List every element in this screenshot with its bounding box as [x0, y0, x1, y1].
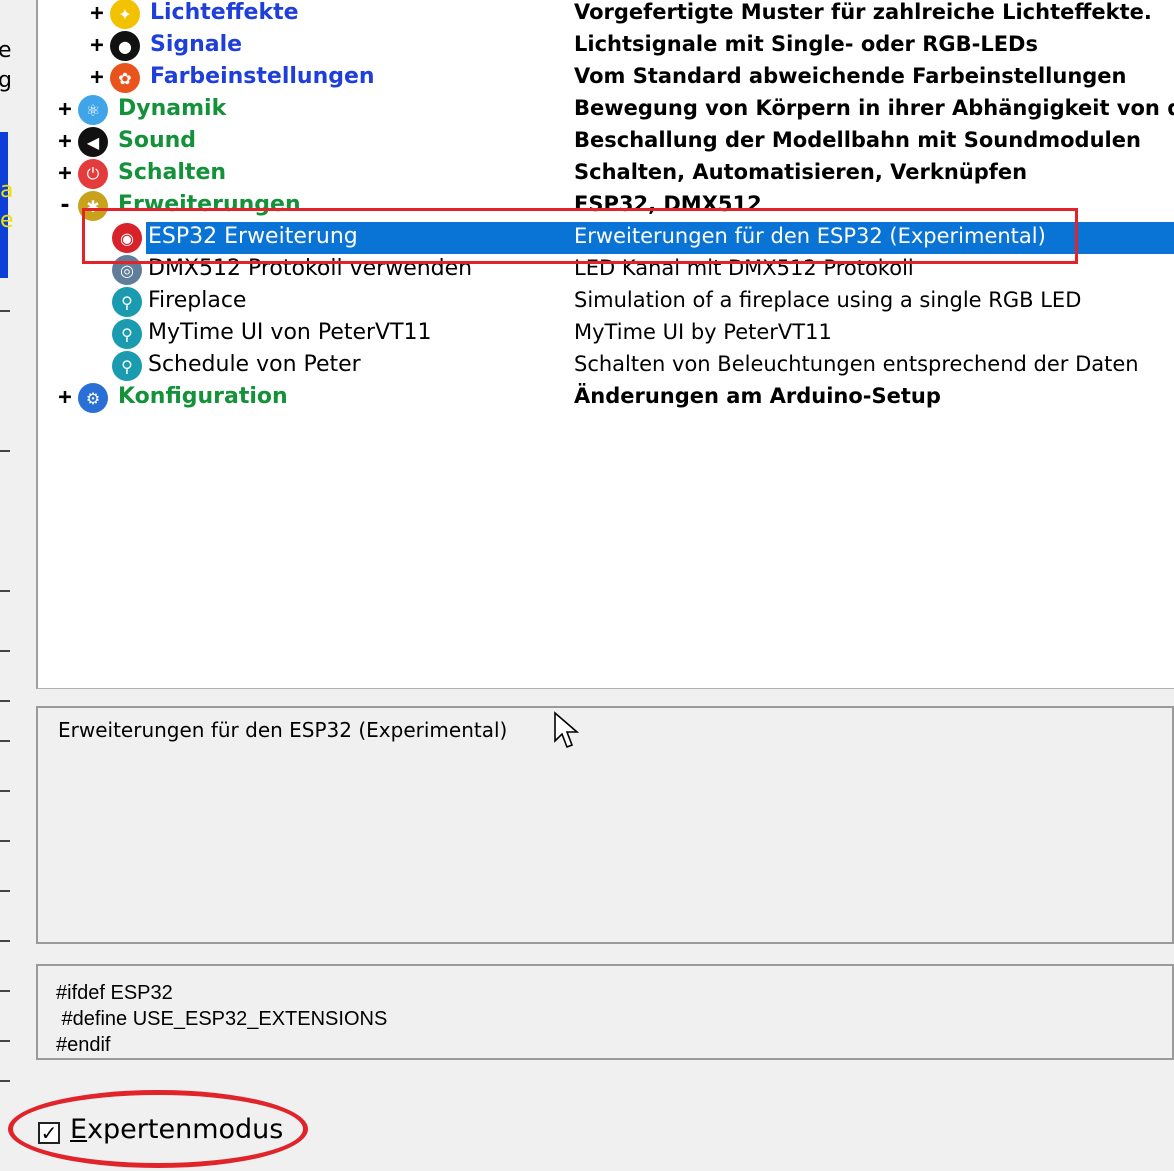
speaker-icon: ◀	[78, 127, 108, 157]
left-edge-tick	[0, 590, 10, 592]
expertenmodus-annotation-circle	[8, 1090, 308, 1168]
left-edge-tick	[0, 890, 10, 892]
left-edge-tick	[0, 790, 10, 792]
left-edge-tick	[0, 700, 10, 702]
signal-icon: ●	[110, 31, 140, 61]
code-line: #define USE_ESP32_EXTENSIONS	[56, 1008, 388, 1030]
tree-row-name: Dynamik	[118, 96, 227, 121]
tree-row[interactable]: + ● Signale Lichtsignale mit Single- oder R…	[38, 30, 1174, 62]
tree-row[interactable]: + ✦ Lichteffekte Vorgefertigte Muster für z…	[38, 0, 1174, 30]
tree-row-description: MyTime UI by PeterVT11	[574, 320, 832, 344]
tree-row-description: Lichtsignale mit Single- oder RGB-LEDs	[574, 32, 1038, 56]
left-edge-tick	[0, 990, 10, 992]
search-teal-icon: ⚲	[112, 319, 142, 349]
tree-row[interactable]: + ✿ Farbeinstellungen Vom Standard abweiche…	[38, 62, 1174, 94]
tree-row-description: Änderungen am Arduino-Setup	[574, 384, 941, 408]
tree-row[interactable]: + ⚛ Dynamik Bewegung von Körpern in ihrer A…	[38, 94, 1174, 126]
left-edge-tick	[0, 840, 10, 842]
left-edge-tick	[0, 650, 10, 652]
left-edge-tick	[0, 1040, 10, 1042]
light-bulb-icon: ✦	[110, 0, 140, 29]
gear-icon: ⚙	[78, 383, 108, 413]
description-panel: Erweiterungen für den ESP32 (Experimenta…	[36, 706, 1174, 944]
tree-row[interactable]: ⚲ Schedule von Peter Schalten von Beleucht…	[38, 350, 1174, 382]
left-window-edge: e g a e	[0, 0, 34, 1171]
search-teal-icon: ⚲	[112, 287, 142, 317]
expand-icon[interactable]: +	[56, 387, 74, 409]
tree-row-name: Lichteffekte	[150, 0, 299, 25]
expand-icon[interactable]: +	[88, 67, 106, 89]
left-edge-tick	[0, 940, 10, 942]
expand-icon[interactable]: +	[88, 3, 106, 25]
tree-row[interactable]: + ⏻ Schalten Schalten, Automatisieren, Verk…	[38, 158, 1174, 190]
tree-row-description: Schalten, Automatisieren, Verknüpfen	[574, 160, 1028, 184]
left-edge-tick	[0, 450, 10, 452]
tree-row[interactable]: + ⚙ Konfiguration Änderungen am Arduino-Set…	[38, 382, 1174, 414]
left-edge-tick	[0, 310, 10, 312]
tree-row-name: MyTime UI von PeterVT11	[148, 320, 432, 345]
selection-highlight-annotation	[82, 208, 1078, 264]
left-fragment: e	[0, 38, 12, 63]
tree-row-description: Vom Standard abweichende Farbeinstellung…	[574, 64, 1127, 88]
code-line: #endif	[56, 1034, 111, 1056]
tree-row-name: Fireplace	[148, 288, 247, 313]
tree-row-name: Sound	[118, 128, 197, 153]
color-wheel-icon: ✿	[110, 63, 140, 93]
expand-icon[interactable]: +	[88, 35, 106, 57]
tree-row-description: Vorgefertigte Muster für zahlreiche Lich…	[574, 0, 1152, 24]
expand-icon[interactable]: +	[56, 131, 74, 153]
code-line: #ifdef ESP32	[56, 982, 173, 1004]
tree-row-name: Konfiguration	[118, 384, 288, 409]
expand-icon[interactable]: +	[56, 99, 74, 121]
tree-row-description: Beschallung der Modellbahn mit Soundmodu…	[574, 128, 1141, 152]
tree-row[interactable]: + ◀ Sound Beschallung der Modellbahn mit So…	[38, 126, 1174, 158]
description-text: Erweiterungen für den ESP32 (Experimenta…	[58, 718, 508, 742]
tree-row-description: Simulation of a fireplace using a single…	[574, 288, 1082, 312]
expand-icon[interactable]: +	[56, 163, 74, 185]
tree-row[interactable]: ⚲ MyTime UI von PeterVT11 MyTime UI by Pet…	[38, 318, 1174, 350]
mouse-cursor-icon	[554, 711, 579, 749]
tree-row-name: Schalten	[118, 160, 227, 185]
switch-icon: ⏻	[78, 159, 108, 189]
tree-row-name: Signale	[150, 32, 243, 57]
tree-row-name: Farbeinstellungen	[150, 64, 375, 89]
left-fragment: e	[0, 208, 14, 233]
tree-row[interactable]: ⚲ Fireplace Simulation of a fireplace usin…	[38, 286, 1174, 318]
tree-row-description: Schalten von Beleuchtungen entsprechend …	[574, 352, 1139, 376]
left-fragment: g	[0, 68, 12, 93]
tree-row-name: Schedule von Peter	[148, 352, 361, 377]
extension-tree-view[interactable]: + ✦ Lichteffekte Vorgefertigte Muster für z…	[36, 0, 1174, 689]
left-fragment: a	[0, 178, 14, 203]
tree-row-description: Bewegung von Körpern in ihrer Abhängigke…	[574, 96, 1174, 120]
atom-icon: ⚛	[78, 95, 108, 125]
search-teal-icon: ⚲	[112, 351, 142, 381]
left-edge-tick	[0, 740, 10, 742]
collapse-icon[interactable]: -	[56, 195, 74, 217]
left-edge-tick	[0, 1080, 10, 1082]
code-panel[interactable]: #ifdef ESP32 #define USE_ESP32_EXTENSION…	[36, 964, 1174, 1060]
left-blue-bar: a e	[0, 132, 14, 278]
